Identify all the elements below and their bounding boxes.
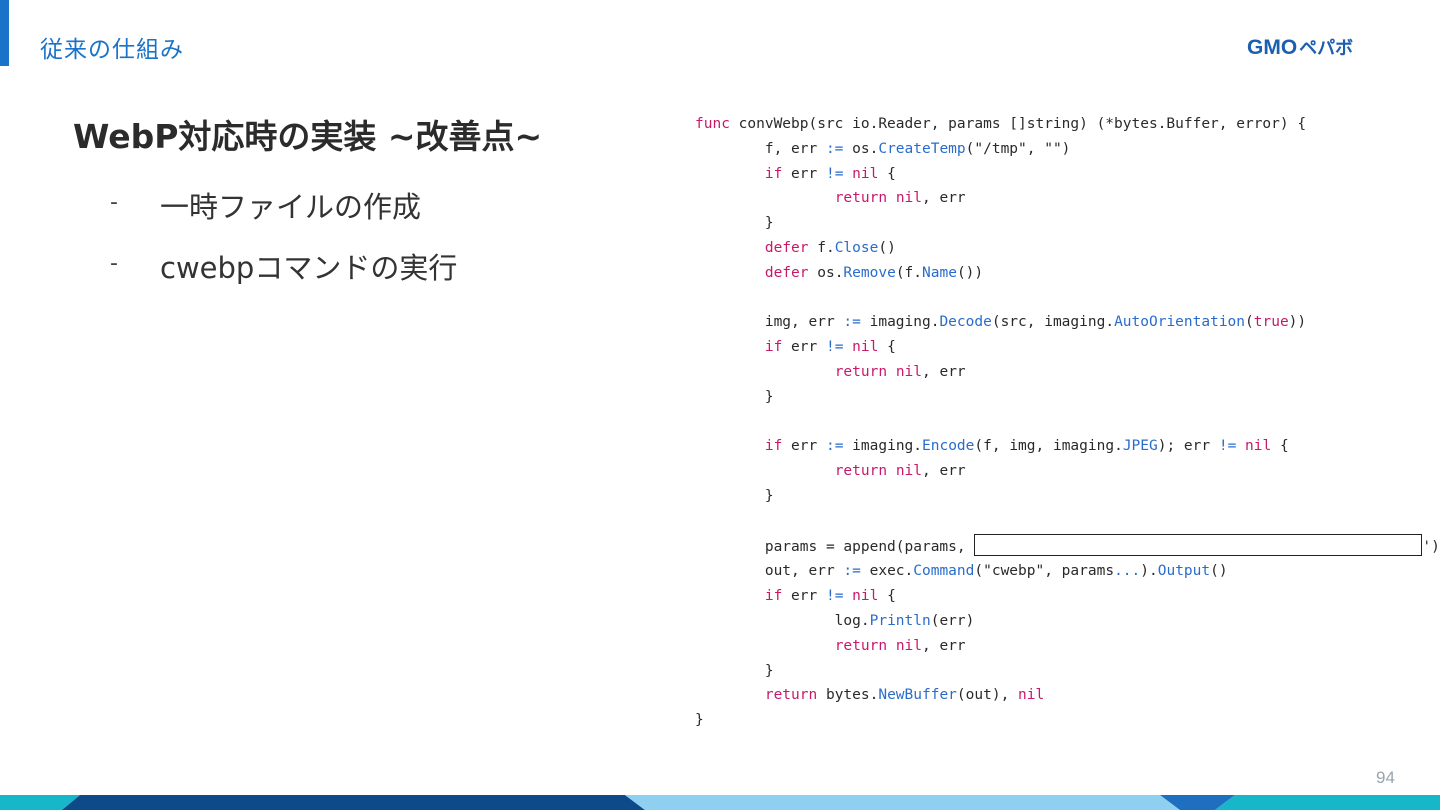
bullet-marker: - (110, 190, 118, 215)
page-number: 94 (1376, 768, 1395, 787)
logo-text: GMO (1247, 36, 1298, 59)
code-line: } (695, 662, 774, 679)
code-line: f, err := os.CreateTemp("/tmp", "") (695, 140, 1071, 157)
footer-segment (625, 795, 1180, 810)
header-accent-bar (0, 0, 9, 66)
code-line: if err != nil { (764, 165, 896, 182)
bullet-marker: - (110, 251, 118, 276)
code-line: if err != nil { (764, 588, 896, 605)
code-line: return nil, err (834, 190, 966, 207)
section-title: 従来の仕組み (40, 37, 184, 63)
code-line: if err := imaging.Encode(f, img, imaging… (764, 438, 1289, 455)
footer-segment (1215, 795, 1440, 810)
code-line: } (695, 487, 774, 504)
code-line: log.Println(err) (695, 612, 975, 629)
company-logo: GMO ペパボ (1247, 34, 1407, 60)
code-line: return nil, err (834, 463, 966, 480)
code-line: } (695, 712, 704, 729)
redacted-box (974, 533, 1423, 556)
code-line: params = append(params, ') (695, 533, 1440, 556)
bullet-text: cwebpコマンドの実行 (160, 251, 458, 285)
code-line: return bytes.NewBuffer(out), nil (764, 687, 1045, 704)
bullet-text: 一時ファイルの作成 (160, 190, 422, 224)
footer-segment (62, 795, 645, 810)
logo-kana: ペパボ (1299, 38, 1354, 59)
code-line: out, err := exec.Command("cwebp", params… (695, 563, 1228, 580)
code-line: func convWebp(src io.Reader, params []st… (695, 116, 1307, 132)
footer-band (0, 795, 1440, 810)
code-line: return nil, err (834, 363, 966, 380)
code-snippet: func convWebp(src io.Reader, params []st… (695, 112, 1440, 733)
code-line: } (695, 215, 774, 232)
code-line: if err != nil { (764, 339, 896, 356)
slide-heading: WebP対応時の実装 ~改善点~ (73, 117, 543, 156)
code-line: img, err := imaging.Decode(src, imaging.… (695, 314, 1307, 331)
code-line: return nil, err (834, 637, 966, 654)
code-line: } (695, 388, 774, 405)
code-line: defer os.Remove(f.Name()) (764, 264, 984, 281)
code-line: defer f.Close() (764, 239, 896, 256)
